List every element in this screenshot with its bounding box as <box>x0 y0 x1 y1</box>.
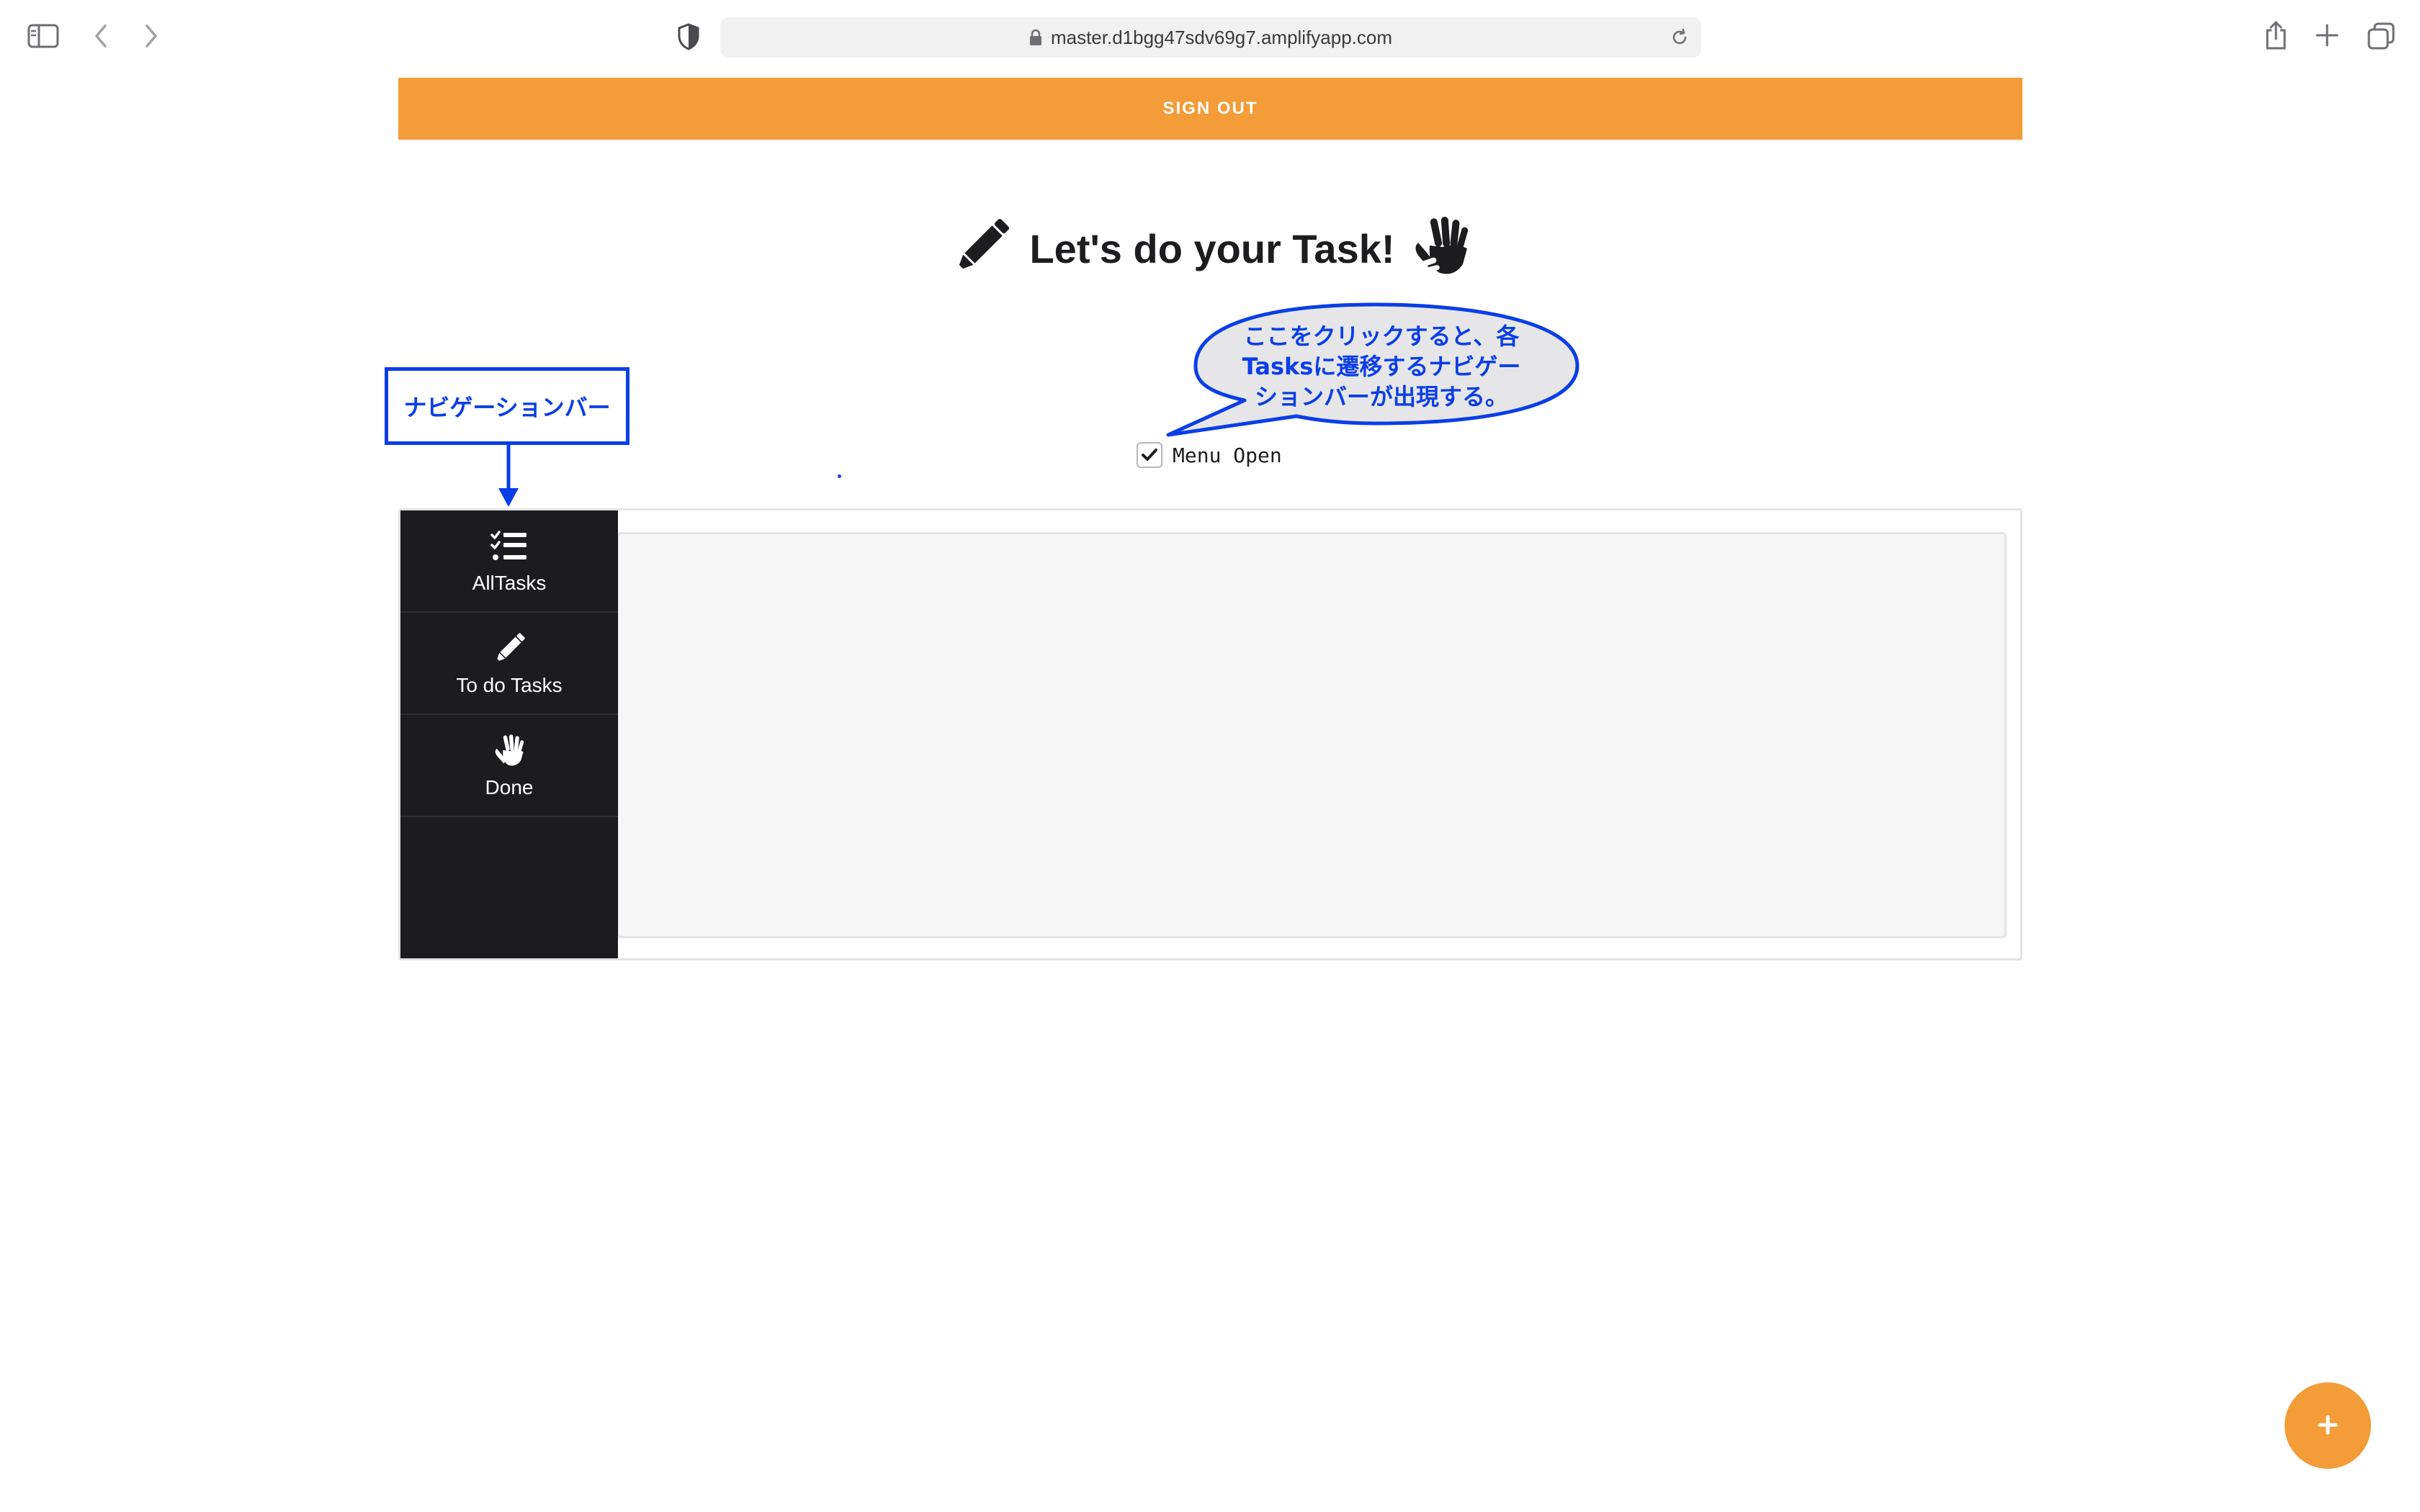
pencil-icon <box>491 629 527 668</box>
callout-text: ここをクリックすると、各 Tasksに遷移するナビゲー ションバーが出現する。 <box>1201 321 1561 412</box>
callout-line: Tasksに遷移するナビゲー <box>1242 353 1521 380</box>
pencil-icon <box>949 215 1013 283</box>
sidebar-toggle-icon[interactable] <box>27 23 59 49</box>
plus-icon <box>2318 1415 2338 1437</box>
add-task-button[interactable] <box>2285 1382 2371 1469</box>
arrow-down-icon <box>497 445 520 512</box>
task-list-icon <box>490 527 528 566</box>
back-icon[interactable] <box>92 23 109 49</box>
share-icon[interactable] <box>2263 20 2289 50</box>
menu-open-checkbox[interactable] <box>1137 442 1162 468</box>
annotation-label: ナビゲーションバー <box>403 394 611 421</box>
main-panel: AllTasks To do Tasks Done <box>398 508 2022 960</box>
dot-marker <box>838 474 841 478</box>
reload-icon[interactable] <box>1670 27 1690 48</box>
tab-overview-icon[interactable] <box>2367 22 2396 50</box>
hand-icon <box>493 732 526 770</box>
sidebar-navigation: AllTasks To do Tasks Done <box>400 510 618 958</box>
sidebar-item-done[interactable]: Done <box>400 715 618 817</box>
shield-icon[interactable] <box>677 23 700 50</box>
page-header: Let's do your Task! <box>0 209 2420 288</box>
page-title: Let's do your Task! <box>1029 225 1395 271</box>
address-bar[interactable]: master.d1bgg47sdv69g7.amplifyapp.com <box>720 17 1701 58</box>
url-text: master.d1bgg47sdv69g7.amplifyapp.com <box>1050 26 1393 48</box>
callout-line: ションバーが出現する。 <box>1254 383 1508 410</box>
sign-out-button[interactable]: SIGN OUT <box>398 78 2022 140</box>
task-content-area <box>617 532 2007 938</box>
browser-toolbar: master.d1bgg47sdv69g7.amplifyapp.com <box>0 0 2420 72</box>
sidebar-item-all-tasks[interactable]: AllTasks <box>400 510 618 613</box>
menu-open-label: Menu Open <box>1173 443 1282 467</box>
menu-open-toggle[interactable]: Menu Open <box>1137 442 1282 468</box>
navigation-bar-annotation: ナビゲーションバー <box>385 367 629 445</box>
sidebar-item-to-do-tasks[interactable]: To do Tasks <box>400 613 618 715</box>
lock-icon <box>1029 29 1042 46</box>
sidebar-item-label: AllTasks <box>472 572 547 594</box>
new-tab-icon[interactable] <box>2315 23 2339 48</box>
sidebar-item-label: To do Tasks <box>456 674 563 696</box>
forward-icon[interactable] <box>143 23 160 49</box>
hand-icon <box>1411 214 1471 284</box>
sidebar-item-label: Done <box>485 776 534 798</box>
checkmark-icon <box>1142 449 1157 461</box>
callout-line: ここをクリックすると、各 <box>1243 323 1520 350</box>
